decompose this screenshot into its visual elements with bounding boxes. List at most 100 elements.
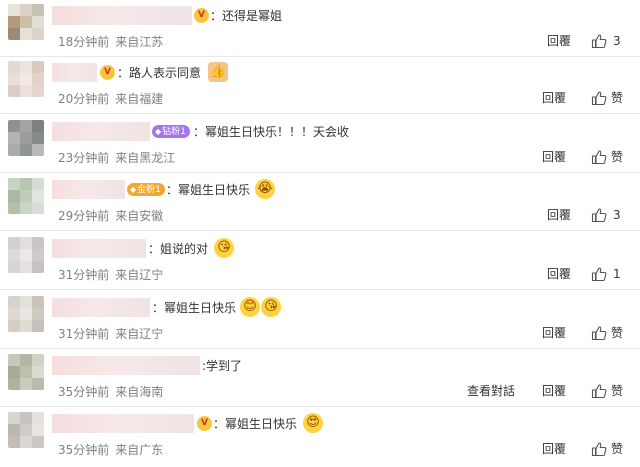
comment-meta: 31分钟前 来自辽宁 (58, 326, 163, 342)
shy-emoji-icon: 😊 (240, 297, 260, 317)
like-label: 赞 (611, 91, 624, 105)
comment-item: ：姐说的对 😘 31分钟前 来自辽宁 回覆 1 (0, 233, 640, 290)
kiss-emoji-icon: 😘 (261, 297, 281, 317)
kiss-emoji-icon: 😘 (214, 238, 234, 258)
reply-button[interactable]: 回覆 (542, 90, 566, 106)
avatar[interactable] (8, 61, 44, 97)
avatar[interactable] (8, 120, 44, 156)
username[interactable] (52, 122, 150, 141)
like-count: 3 (613, 34, 621, 48)
like-button[interactable]: 赞 (591, 382, 623, 400)
comment-time: 35分钟前 (58, 385, 110, 399)
comment-item: V ：还得是幂姐 18分钟前 来自江苏 回覆 3 (0, 0, 640, 57)
thumbs-up-icon (591, 442, 607, 457)
like-button[interactable]: 1 (591, 265, 621, 283)
comment-location: 来自安徽 (115, 209, 164, 223)
comment-text: ：幂姐生日快乐 (166, 183, 251, 197)
like-button[interactable]: 赞 (591, 440, 623, 458)
like-label: 赞 (611, 384, 624, 398)
reply-button[interactable]: 回覆 (542, 325, 566, 341)
comment-location: 来自江苏 (115, 35, 164, 49)
like-button[interactable]: 3 (591, 206, 621, 224)
username[interactable] (52, 298, 150, 317)
comment-time: 18分钟前 (58, 35, 110, 49)
like-button[interactable]: 3 (591, 32, 621, 50)
comment-meta: 31分钟前 来自辽宁 (58, 267, 163, 283)
comment-meta: 35分钟前 来自海南 (58, 384, 163, 400)
thumbs-up-emoji-icon: 👍 (208, 62, 228, 82)
comment-item: V ：路人表示同意 👍 20分钟前 来自福建 回覆 赞 (0, 57, 640, 114)
reply-button[interactable]: 回覆 (542, 441, 566, 457)
comment-time: 29分钟前 (58, 209, 110, 223)
username[interactable] (52, 6, 192, 25)
avatar[interactable] (8, 4, 44, 40)
thumbs-up-icon (591, 208, 607, 223)
username[interactable] (52, 414, 194, 433)
thumbs-up-icon (591, 267, 607, 282)
comment-time: 23分钟前 (58, 151, 110, 165)
username[interactable] (52, 63, 97, 82)
comment-item: ◆金粉1 ：幂姐生日快乐 😭 29分钟前 来自安徽 回覆 3 (0, 174, 640, 231)
verified-badge-icon: V (197, 416, 212, 431)
comment-text: ：路人表示同意 (117, 66, 202, 80)
like-label: 赞 (611, 326, 624, 340)
comment-meta: 29分钟前 来自安徽 (58, 208, 163, 224)
comment-location: 来自辽宁 (115, 268, 164, 282)
fan-badge: ◆钻粉1 (152, 125, 190, 138)
comment-text: :学到了 (202, 359, 243, 373)
thumbs-up-icon (591, 91, 607, 106)
gold-diamond-icon: ◆ (130, 185, 137, 194)
comment-meta: 20分钟前 来自福建 (58, 91, 163, 107)
comment-meta: 18分钟前 来自江苏 (58, 34, 163, 50)
like-count: 1 (613, 267, 621, 281)
username[interactable] (52, 180, 125, 199)
avatar[interactable] (8, 354, 44, 390)
comment-time: 31分钟前 (58, 268, 110, 282)
like-button[interactable]: 赞 (591, 324, 623, 342)
reply-button[interactable]: 回覆 (542, 383, 566, 399)
like-count: 3 (613, 208, 621, 222)
thumbs-up-icon (591, 34, 607, 49)
comment-item: :学到了 35分钟前 来自海南 查看對話 回覆 赞 (0, 350, 640, 407)
comment-time: 31分钟前 (58, 327, 110, 341)
username[interactable] (52, 356, 200, 375)
reply-button[interactable]: 回覆 (547, 266, 571, 282)
comment-text: ：幂姐生日快乐！！！天会收 (193, 125, 350, 139)
like-button[interactable]: 赞 (591, 89, 623, 107)
reply-button[interactable]: 回覆 (547, 207, 571, 223)
view-conversation-button[interactable]: 查看對話 (467, 383, 515, 399)
comment-list: V ：还得是幂姐 18分钟前 来自江苏 回覆 3 V ：路人表示同意 👍 20分钟… (0, 0, 640, 467)
like-label: 赞 (611, 150, 624, 164)
comment-time: 20分钟前 (58, 92, 110, 106)
avatar[interactable] (8, 237, 44, 273)
like-label: 赞 (611, 442, 624, 456)
avatar[interactable] (8, 178, 44, 214)
comment-item: ◆钻粉1 ：幂姐生日快乐！！！天会收 23分钟前 来自黑龙江 回覆 赞 (0, 116, 640, 173)
avatar[interactable] (8, 412, 44, 448)
comment-location: 来自海南 (115, 385, 164, 399)
diamond-icon: ◆ (155, 127, 162, 136)
avatar[interactable] (8, 296, 44, 332)
comment-location: 来自福建 (115, 92, 164, 106)
comment-item: ：幂姐生日快乐 😊 😘 31分钟前 来自辽宁 回覆 赞 (0, 292, 640, 349)
comment-text: ：幂姐生日快乐 (213, 417, 298, 431)
comment-location: 来自黑龙江 (115, 151, 176, 165)
comment-location: 来自广东 (115, 443, 164, 457)
thumbs-up-icon (591, 384, 607, 399)
verified-badge-icon: V (194, 8, 209, 23)
reply-button[interactable]: 回覆 (547, 33, 571, 49)
like-button[interactable]: 赞 (591, 148, 623, 166)
fan-badge: ◆金粉1 (127, 183, 165, 196)
comment-text: ：幂姐生日快乐 (152, 301, 237, 315)
username[interactable] (52, 239, 146, 258)
thumbs-up-icon (591, 326, 607, 341)
hearts-emoji-icon: 😍 (303, 413, 323, 433)
comment-text: ：还得是幂姐 (210, 9, 283, 23)
comment-meta: 23分钟前 来自黑龙江 (58, 150, 175, 166)
comment-time: 35分钟前 (58, 443, 110, 457)
verified-badge-icon: V (100, 65, 115, 80)
comment-text: ：姐说的对 (148, 242, 209, 256)
thumbs-up-icon (591, 150, 607, 165)
comment-item: V ：幂姐生日快乐 😍 35分钟前 来自广东 回覆 赞 (0, 408, 640, 465)
reply-button[interactable]: 回覆 (542, 149, 566, 165)
